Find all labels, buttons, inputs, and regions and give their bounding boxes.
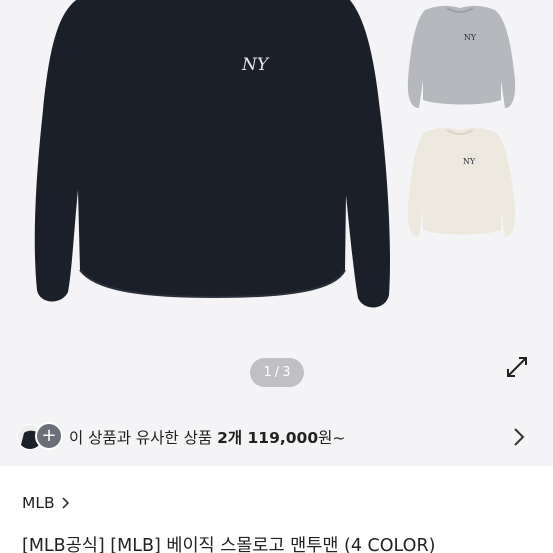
page-separator: / bbox=[274, 365, 280, 380]
similar-products-text: 이 상품과 유사한 상품 2개 119,000원~ bbox=[69, 426, 345, 448]
ny-logo-cream: NY bbox=[463, 157, 476, 166]
main-product-image: NY bbox=[34, 0, 390, 308]
brand-link[interactable]: MLB bbox=[22, 494, 71, 512]
similar-product-avatars: + bbox=[17, 422, 65, 452]
similar-products-bar[interactable]: + 이 상품과 유사한 상품 2개 119,000원~ bbox=[0, 408, 553, 466]
similar-suffix: 원~ bbox=[318, 429, 346, 447]
thumbnail-grey-sweater[interactable]: NY bbox=[395, 0, 525, 120]
expand-icon[interactable] bbox=[502, 352, 532, 382]
brand-name: MLB bbox=[22, 494, 55, 512]
current-page: 1 bbox=[263, 365, 272, 380]
total-pages: 3 bbox=[282, 365, 291, 380]
similar-prefix: 이 상품과 유사한 상품 bbox=[69, 429, 218, 447]
chevron-right-icon[interactable] bbox=[511, 424, 527, 450]
thumbnail-cream-sweater[interactable]: NY bbox=[395, 122, 525, 247]
ny-logo-grey: NY bbox=[464, 33, 477, 42]
similar-price: 119,000 bbox=[242, 429, 319, 447]
image-page-indicator: 1 / 3 bbox=[250, 358, 304, 387]
chevron-right-small-icon bbox=[62, 497, 69, 509]
plus-icon: + bbox=[35, 422, 63, 450]
product-image-gallery[interactable]: NY NY NY 1 / 3 bbox=[0, 0, 553, 408]
similar-count: 2개 bbox=[217, 429, 243, 447]
ny-logo-main: NY bbox=[241, 55, 270, 75]
product-title: [MLB공식] [MLB] 베이직 스몰로고 맨투맨 (4 COLOR) bbox=[22, 536, 436, 553]
product-detail-page: NY NY NY 1 / 3 + 이 상품과 유사한 상품 2개 119,000… bbox=[0, 0, 553, 553]
